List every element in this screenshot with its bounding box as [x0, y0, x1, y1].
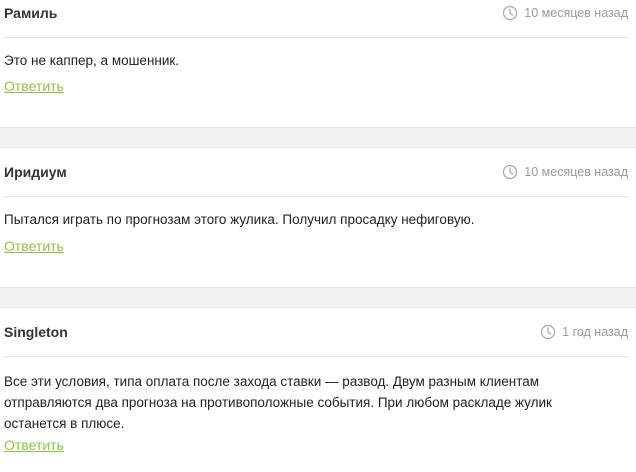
- comment-header: Singleton 1 год назад: [4, 308, 628, 357]
- comment-time: 1 год назад: [540, 324, 628, 340]
- comment-text: Это не каппер, а мошенник.: [4, 53, 180, 68]
- comment-time: 10 месяцев назад: [502, 164, 628, 180]
- comment-separator: [0, 287, 636, 308]
- reply-link[interactable]: Ответить: [4, 437, 64, 453]
- reply-link[interactable]: Ответить: [4, 238, 64, 254]
- comment-time-label: 10 месяцев назад: [524, 6, 628, 20]
- comment-text: Все эти условия, типа оплата после заход…: [4, 374, 552, 431]
- clock-icon: [503, 5, 518, 21]
- comment-author: Рамиль: [4, 5, 58, 21]
- clock-icon: [540, 324, 556, 340]
- comment-author: Иридиум: [4, 164, 67, 180]
- comment-time-label: 1 год назад: [562, 325, 628, 339]
- comment-item: Рамиль 10 месяцев назад Это не каппер, а…: [0, 0, 636, 127]
- comment-separator: [0, 127, 636, 148]
- comment-header: Рамиль 10 месяцев назад: [4, 0, 628, 38]
- comment-author: Singleton: [4, 324, 68, 340]
- comment-item: Singleton 1 год назад Все эти условия, т…: [0, 308, 636, 472]
- reply-link[interactable]: Ответить: [4, 78, 64, 94]
- comment-header: Иридиум 10 месяцев назад: [4, 148, 628, 197]
- comment-time: 10 месяцев назад: [502, 5, 628, 21]
- comment-item: Иридиум 10 месяцев назад Пытался играть …: [0, 148, 636, 287]
- comment-text: Пытался играть по прогнозам этого жулика…: [4, 212, 475, 227]
- comment-time-label: 10 месяцев назад: [524, 165, 628, 179]
- clock-icon: [503, 164, 518, 180]
